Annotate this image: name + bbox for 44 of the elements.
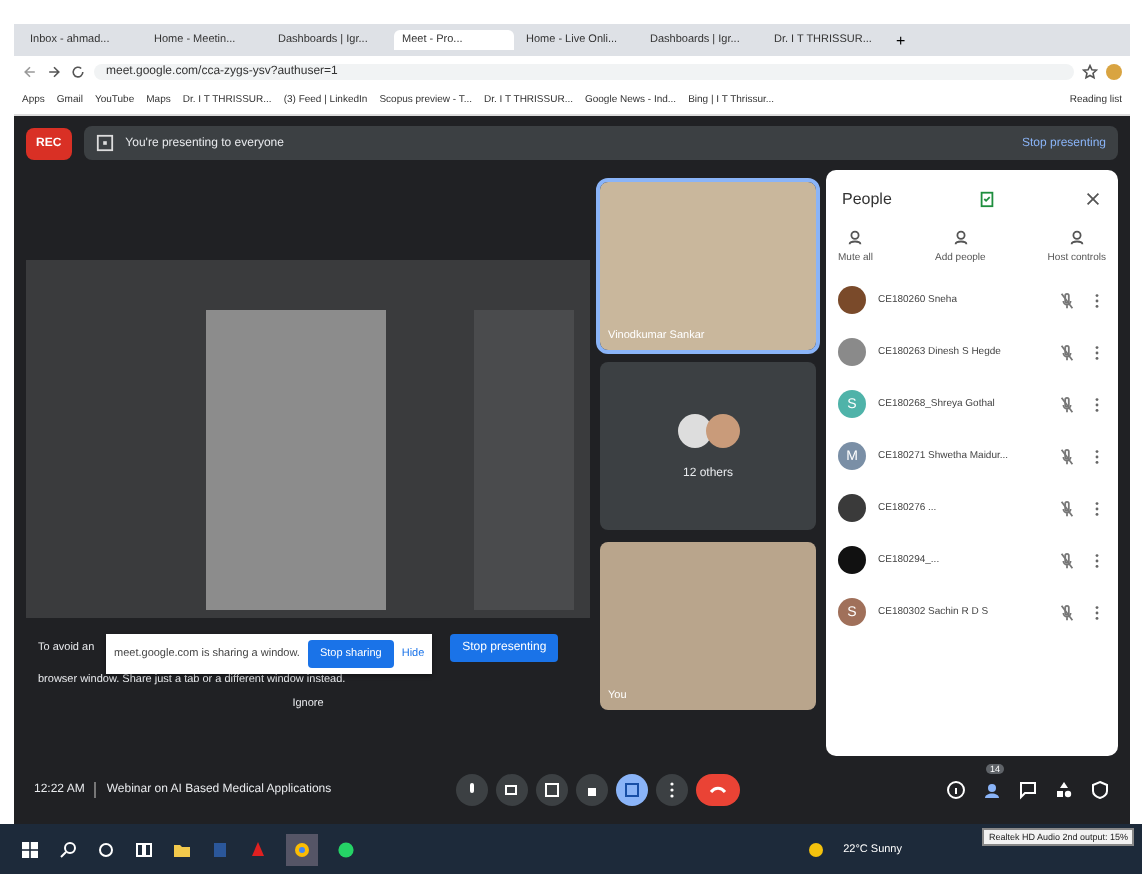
clipboard-icon[interactable] [978, 190, 997, 208]
muted-mic-icon [1058, 499, 1076, 517]
present-icon [95, 134, 114, 152]
chat-bubble-icon[interactable] [336, 839, 356, 859]
sun-icon [805, 839, 826, 859]
person-icon [846, 228, 865, 246]
shapes-icon[interactable] [1054, 780, 1074, 800]
task-view-icon[interactable] [134, 839, 154, 859]
person-icon [1067, 228, 1086, 246]
square-icon [542, 780, 563, 800]
microphone-button[interactable] [456, 774, 489, 806]
star-icon[interactable] [1082, 63, 1098, 79]
windows-start-icon[interactable] [20, 839, 40, 859]
camera-button[interactable] [496, 774, 529, 806]
more-options-button[interactable] [656, 774, 689, 806]
circle-icon[interactable] [96, 839, 116, 859]
avatar [705, 413, 739, 447]
present-button[interactable] [616, 774, 649, 806]
raise-hand-button[interactable] [576, 774, 609, 806]
present-icon [622, 780, 643, 800]
reload-icon[interactable] [70, 63, 86, 79]
muted-mic-icon [1058, 603, 1076, 621]
muted-mic-icon [1058, 551, 1076, 569]
lock-icon[interactable] [1090, 780, 1110, 800]
muted-mic-icon [1058, 291, 1076, 309]
muted-mic-icon [1058, 447, 1076, 465]
new-tab-button[interactable]: + [890, 31, 912, 49]
folder-icon[interactable] [172, 839, 192, 859]
muted-mic-icon [1058, 343, 1076, 361]
info-icon[interactable] [946, 780, 966, 800]
browser-icon[interactable] [286, 833, 318, 865]
search-icon[interactable] [58, 839, 78, 859]
pdf-icon[interactable] [248, 839, 268, 859]
camera-icon [502, 780, 523, 800]
back-icon[interactable] [22, 63, 38, 79]
person-icon [951, 228, 970, 246]
chat-icon[interactable] [1018, 780, 1038, 800]
forward-icon[interactable] [46, 63, 62, 79]
muted-mic-icon [1058, 395, 1076, 413]
avatar [677, 413, 711, 447]
end-call-button[interactable] [696, 774, 741, 806]
captions-button[interactable] [536, 774, 569, 806]
panel-title: People [842, 190, 892, 208]
close-icon[interactable] [1083, 190, 1102, 208]
